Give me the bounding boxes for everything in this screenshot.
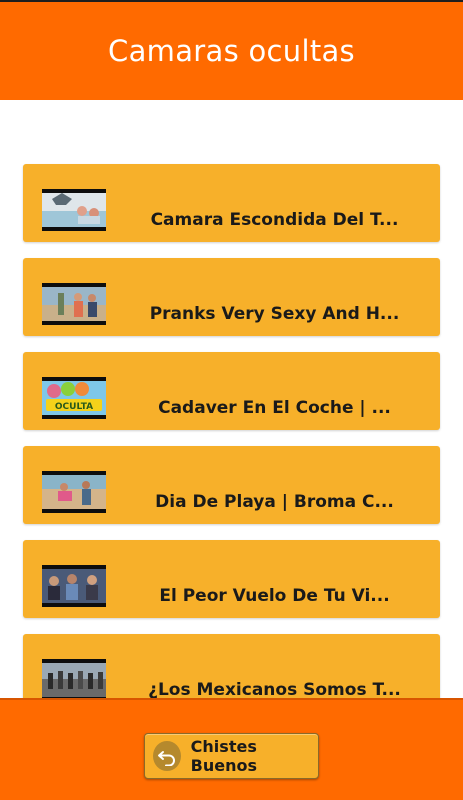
bottom-bar: Chistes Buenos — [0, 698, 463, 800]
svg-text:OCULTA: OCULTA — [55, 402, 93, 412]
video-thumbnail — [42, 283, 106, 325]
video-title: Dia De Playa | Broma C... — [155, 492, 394, 512]
video-card[interactable]: Camara Escondida Del T... — [23, 164, 440, 242]
video-thumbnail: OCULTA — [42, 377, 106, 419]
video-title: Pranks Very Sexy And H... — [149, 304, 400, 324]
chistes-buenos-button[interactable]: Chistes Buenos — [144, 733, 319, 779]
app-screen: Camaras ocultas Camara Escondida Del T..… — [0, 0, 463, 800]
video-title: ¿Los Mexicanos Somos T... — [148, 680, 401, 698]
video-title: Cadaver En El Coche | ... — [158, 398, 391, 418]
video-card[interactable]: Pranks Very Sexy And H... — [23, 258, 440, 336]
video-title: Camara Escondida Del T... — [150, 210, 399, 230]
video-card[interactable]: Dia De Playa | Broma C... — [23, 446, 440, 524]
video-thumbnail — [42, 189, 106, 231]
back-arrow-icon — [153, 741, 181, 771]
page-title: Camaras ocultas — [108, 34, 355, 68]
video-title: El Peor Vuelo De Tu Vi... — [159, 586, 390, 606]
video-card[interactable]: El Peor Vuelo De Tu Vi... — [23, 540, 440, 618]
app-header: Camaras ocultas — [0, 2, 463, 100]
video-thumbnail — [42, 659, 106, 698]
video-card[interactable]: ¿Los Mexicanos Somos T... — [23, 634, 440, 698]
chistes-buenos-label: Chistes Buenos — [190, 737, 258, 775]
video-card[interactable]: OCULTA Cadaver En El Coche | ... — [23, 352, 440, 430]
video-list[interactable]: Camara Escondida Del T... Pranks Very Se… — [0, 100, 463, 698]
video-thumbnail — [42, 471, 106, 513]
video-thumbnail — [42, 565, 106, 607]
